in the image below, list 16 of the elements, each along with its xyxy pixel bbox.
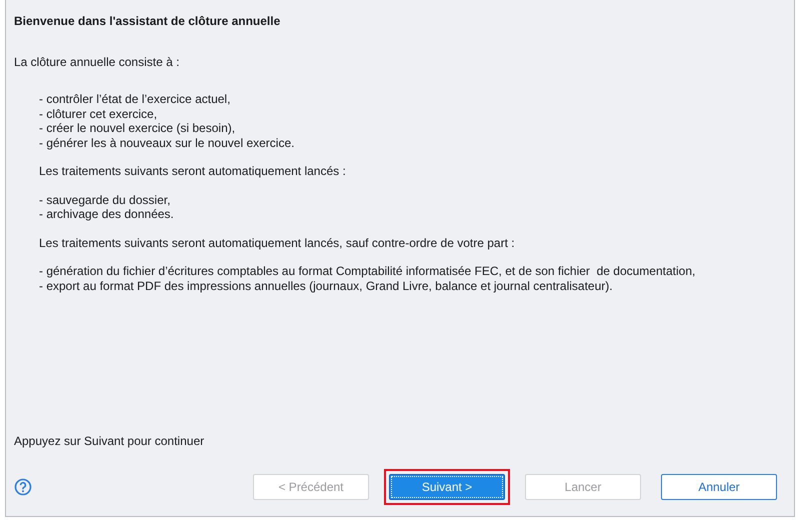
list-item: - clôturer cet exercice, <box>39 106 158 121</box>
wizard-button[interactable]: Suivant > <box>389 474 505 500</box>
paragraph: La clôture annuelle consiste à : <box>14 54 180 69</box>
list-item: - génération du fichier d’écritures comptables au format Comptabilité informatisée FEC, et de son fichier de documentation, <box>39 264 696 278</box>
list-item: - créer le nouvel exercice (si besoin), <box>39 121 236 136</box>
list-item: - contrôler l’état de l’exercice actuel, <box>39 92 232 106</box>
paragraph: Les traitements suivants seront automatiquement lancés, sauf contre-ordre de votre part : <box>38 236 516 250</box>
paragraph: Les traitements suivants seront automatiquement lancés : <box>38 164 347 178</box>
list-item: - générer les à nouveaux sur le nouvel exercice. <box>39 136 296 150</box>
list-item: - archivage des données. <box>39 207 175 222</box>
wizard-button[interactable]: Annuler <box>661 474 777 500</box>
list-item: - export au format PDF des impressions annuelles (journaux, Grand Livre, balance et journal centralisateur). <box>39 278 614 293</box>
dialog-title: Bienvenue dans l'assistant de clôture annuelle <box>14 14 282 28</box>
list-item: - sauvegarde du dossier, <box>39 192 172 207</box>
help-icon[interactable] <box>14 478 32 496</box>
hint-text: Appuyez sur Suivant pour continuer <box>14 434 206 448</box>
